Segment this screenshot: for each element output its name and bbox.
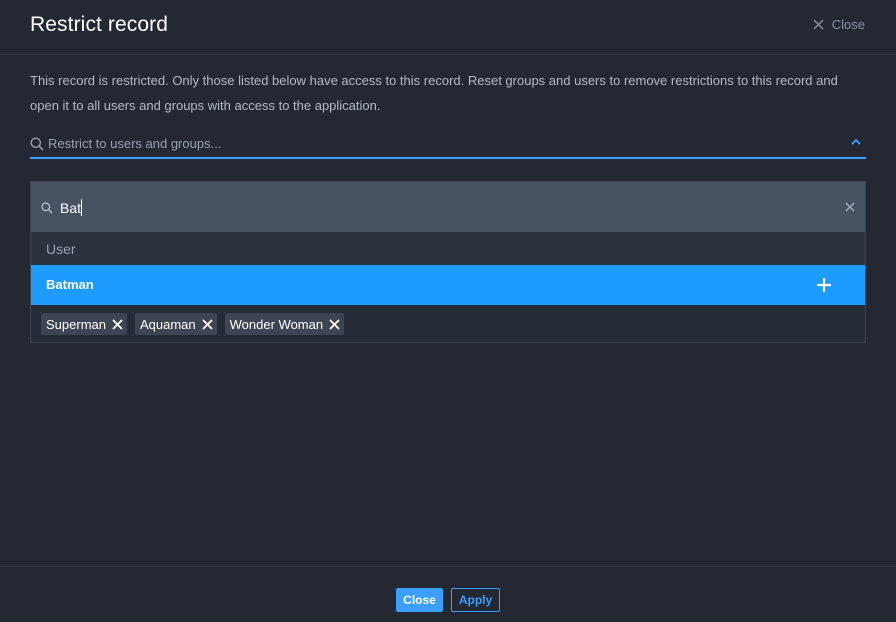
user-group-dropdown: Bat User Batman Superman Aquaman Wonder … — [30, 181, 866, 343]
clear-icon[interactable] — [845, 202, 855, 212]
header-close-button[interactable]: Close — [813, 17, 865, 32]
chip-label: Wonder Woman — [229, 316, 324, 332]
remove-icon[interactable] — [329, 318, 340, 330]
search-placeholder: Restrict to users and groups... — [48, 136, 222, 151]
remove-icon[interactable] — [112, 318, 123, 330]
restrict-search-input[interactable]: Restrict to users and groups... — [30, 133, 866, 159]
chip-wonder-woman: Wonder Woman — [224, 313, 345, 335]
dialog-footer: Close Apply — [0, 566, 896, 622]
restriction-description: This record is restricted. Only those li… — [30, 73, 838, 113]
close-button[interactable]: Close — [396, 588, 443, 612]
search-icon — [30, 137, 44, 151]
chip-superman: Superman — [41, 313, 127, 335]
dropdown-filter-input[interactable]: Bat — [31, 182, 865, 232]
dialog-header: Restrict record Close — [0, 0, 896, 55]
selected-chips: Superman Aquaman Wonder Woman — [41, 313, 345, 335]
chip-label: Aquaman — [139, 316, 196, 332]
dialog-title: Restrict record — [30, 13, 169, 36]
header-close-label: Close — [831, 17, 865, 32]
option-batman[interactable]: Batman — [31, 265, 865, 305]
plus-icon[interactable] — [816, 277, 832, 293]
filter-value-text: Bat — [60, 200, 82, 216]
close-icon — [813, 19, 824, 30]
filter-value: Bat — [60, 199, 83, 216]
apply-button[interactable]: Apply — [451, 588, 500, 612]
text-caret — [81, 199, 83, 216]
chip-label: Superman — [46, 316, 106, 332]
chevron-up-icon[interactable] — [851, 138, 861, 146]
option-label: Batman — [46, 277, 94, 292]
chip-aquaman: Aquaman — [134, 313, 217, 335]
remove-icon[interactable] — [202, 318, 213, 330]
search-icon — [41, 202, 53, 214]
group-header-user: User — [31, 232, 865, 265]
